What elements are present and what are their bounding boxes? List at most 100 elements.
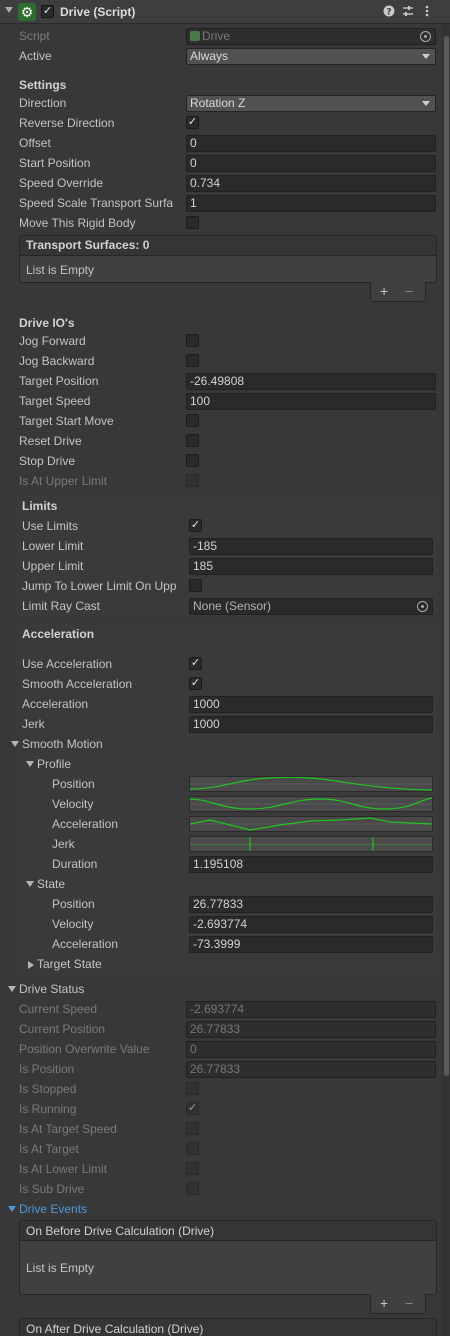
velocity-curve-field[interactable] — [189, 796, 433, 812]
drive-events-foldout[interactable]: Drive Events — [19, 1202, 87, 1216]
is-at-lower-limit-label: Is At Lower Limit — [19, 1162, 108, 1176]
move-rigid-body-label: Move This Rigid Body — [19, 216, 136, 230]
lower-limit-field[interactable]: -185 — [189, 538, 433, 555]
profile-acceleration-label: Acceleration — [52, 817, 119, 831]
after-drive-event-header[interactable]: On After Drive Calculation (Drive) — [20, 1319, 436, 1336]
script-value: Drive — [202, 29, 231, 43]
upper-limit-field[interactable]: 185 — [189, 558, 433, 575]
offset-field[interactable]: 0 — [186, 135, 436, 152]
profile-foldout[interactable]: Profile — [37, 757, 71, 771]
profile-velocity-label: Velocity — [52, 797, 94, 811]
drive-events-fold-icon[interactable] — [8, 1206, 16, 1212]
svg-text:?: ? — [386, 8, 391, 18]
jump-lower-limit-label: Jump To Lower Limit On Upp — [22, 579, 177, 593]
presets-icon[interactable] — [402, 5, 414, 20]
smooth-motion-foldout[interactable]: Smooth Motion — [22, 737, 103, 751]
before-drive-event-header[interactable]: On Before Drive Calculation (Drive) — [20, 1221, 436, 1241]
target-state-foldout[interactable]: Target State — [37, 957, 102, 971]
component-title: Drive (Script) — [60, 5, 136, 19]
add-item-button[interactable]: + — [380, 282, 388, 300]
script-icon — [190, 31, 200, 41]
chevron-down-icon — [422, 101, 430, 106]
jump-lower-limit-checkbox[interactable] — [189, 579, 202, 592]
state-acceleration-field[interactable]: -73.3999 — [189, 936, 433, 953]
collapse-arrow-icon[interactable] — [5, 7, 13, 13]
reverse-direction-checkbox[interactable]: ✓ — [186, 116, 199, 129]
reset-drive-checkbox[interactable] — [186, 434, 199, 447]
speed-override-field[interactable]: 0.734 — [186, 175, 436, 192]
is-stopped-label: Is Stopped — [19, 1082, 77, 1096]
object-picker-icon[interactable] — [417, 601, 428, 612]
start-position-label: Start Position — [19, 156, 91, 170]
acceleration-curve-field[interactable] — [189, 816, 433, 832]
remove-item-button[interactable]: − — [405, 282, 413, 300]
settings-heading: Settings — [19, 78, 67, 92]
limit-ray-cast-value: None (Sensor) — [193, 599, 272, 613]
add-event-button[interactable]: + — [380, 1294, 388, 1312]
is-sub-drive-checkbox — [186, 1182, 199, 1195]
jog-backward-checkbox[interactable] — [186, 354, 199, 367]
target-state-fold-icon[interactable] — [28, 961, 34, 969]
move-rigid-body-checkbox[interactable] — [186, 216, 199, 229]
acceleration-heading: Acceleration — [22, 627, 95, 641]
state-fold-icon[interactable] — [26, 881, 34, 887]
gear-icon: ⚙ — [18, 3, 36, 21]
acceleration-field[interactable]: 1000 — [189, 696, 433, 713]
is-running-label: Is Running — [19, 1102, 77, 1116]
smooth-motion-fold-icon[interactable] — [11, 741, 19, 747]
drive-ios-heading: Drive IO's — [19, 316, 75, 330]
drive-status-fold-icon[interactable] — [8, 986, 16, 992]
target-position-field[interactable]: -26.49808 — [186, 373, 436, 390]
profile-position-label: Position — [52, 777, 95, 791]
remove-event-button[interactable]: − — [405, 1294, 413, 1312]
help-icon[interactable]: ? — [383, 5, 395, 20]
transport-surfaces-header[interactable]: Transport Surfaces: 0 — [20, 236, 436, 256]
after-drive-event-title: On After Drive Calculation (Drive) — [26, 1322, 204, 1336]
is-position-label: Is Position — [19, 1062, 75, 1076]
active-dropdown[interactable]: Always — [186, 48, 436, 65]
object-picker-icon — [420, 31, 431, 42]
upper-limit-label: Upper Limit — [22, 559, 84, 573]
script-field: Drive — [186, 28, 436, 45]
drive-status-foldout[interactable]: Drive Status — [19, 982, 84, 996]
before-drive-event-empty: List is Empty — [26, 1261, 95, 1275]
speed-scale-field[interactable]: 1 — [186, 195, 436, 212]
active-value: Always — [190, 49, 229, 63]
target-speed-field[interactable]: 100 — [186, 393, 436, 410]
script-label: Script — [19, 29, 50, 43]
profile-fold-icon[interactable] — [26, 761, 34, 767]
position-curve-field[interactable] — [189, 776, 433, 792]
is-at-lower-limit-checkbox — [186, 1162, 199, 1175]
jog-forward-checkbox[interactable] — [186, 334, 199, 347]
duration-field[interactable]: 1.195108 — [189, 856, 433, 873]
smooth-acceleration-checkbox[interactable]: ✓ — [189, 677, 202, 690]
state-position-field[interactable]: 26.77833 — [189, 896, 433, 913]
start-position-field[interactable]: 0 — [186, 155, 436, 172]
duration-label: Duration — [52, 857, 98, 871]
is-position-field: 26.77833 — [186, 1061, 436, 1078]
transport-surfaces-list: Transport Surfaces: 0 List is Empty — [19, 235, 437, 283]
scrollbar-thumb[interactable] — [444, 36, 449, 1076]
jerk-field[interactable]: 1000 — [189, 716, 433, 733]
direction-dropdown[interactable]: Rotation Z — [186, 95, 436, 112]
offset-label: Offset — [19, 136, 51, 150]
reset-drive-label: Reset Drive — [19, 434, 82, 448]
before-drive-event-title: On Before Drive Calculation (Drive) — [26, 1224, 215, 1238]
after-drive-event-list: On After Drive Calculation (Drive) — [19, 1318, 437, 1336]
component-enabled-checkbox[interactable]: ✓ — [41, 5, 54, 18]
before-drive-event-list: On Before Drive Calculation (Drive) List… — [19, 1220, 437, 1295]
stop-drive-checkbox[interactable] — [186, 454, 199, 467]
transport-surfaces-footer: + − — [370, 282, 426, 302]
use-acceleration-checkbox[interactable]: ✓ — [189, 657, 202, 670]
is-at-target-label: Is At Target — [19, 1142, 79, 1156]
current-speed-field: -2.693774 — [186, 1001, 436, 1018]
menu-icon[interactable] — [424, 5, 430, 20]
use-limits-checkbox[interactable]: ✓ — [189, 519, 202, 532]
profile-jerk-label: Jerk — [52, 837, 75, 851]
is-at-target-speed-label: Is At Target Speed — [19, 1122, 117, 1136]
jerk-curve-field[interactable] — [189, 836, 433, 852]
state-foldout[interactable]: State — [37, 877, 65, 891]
limit-ray-cast-field[interactable]: None (Sensor) — [189, 598, 433, 615]
state-velocity-field[interactable]: -2.693774 — [189, 916, 433, 933]
target-start-move-checkbox[interactable] — [186, 414, 199, 427]
